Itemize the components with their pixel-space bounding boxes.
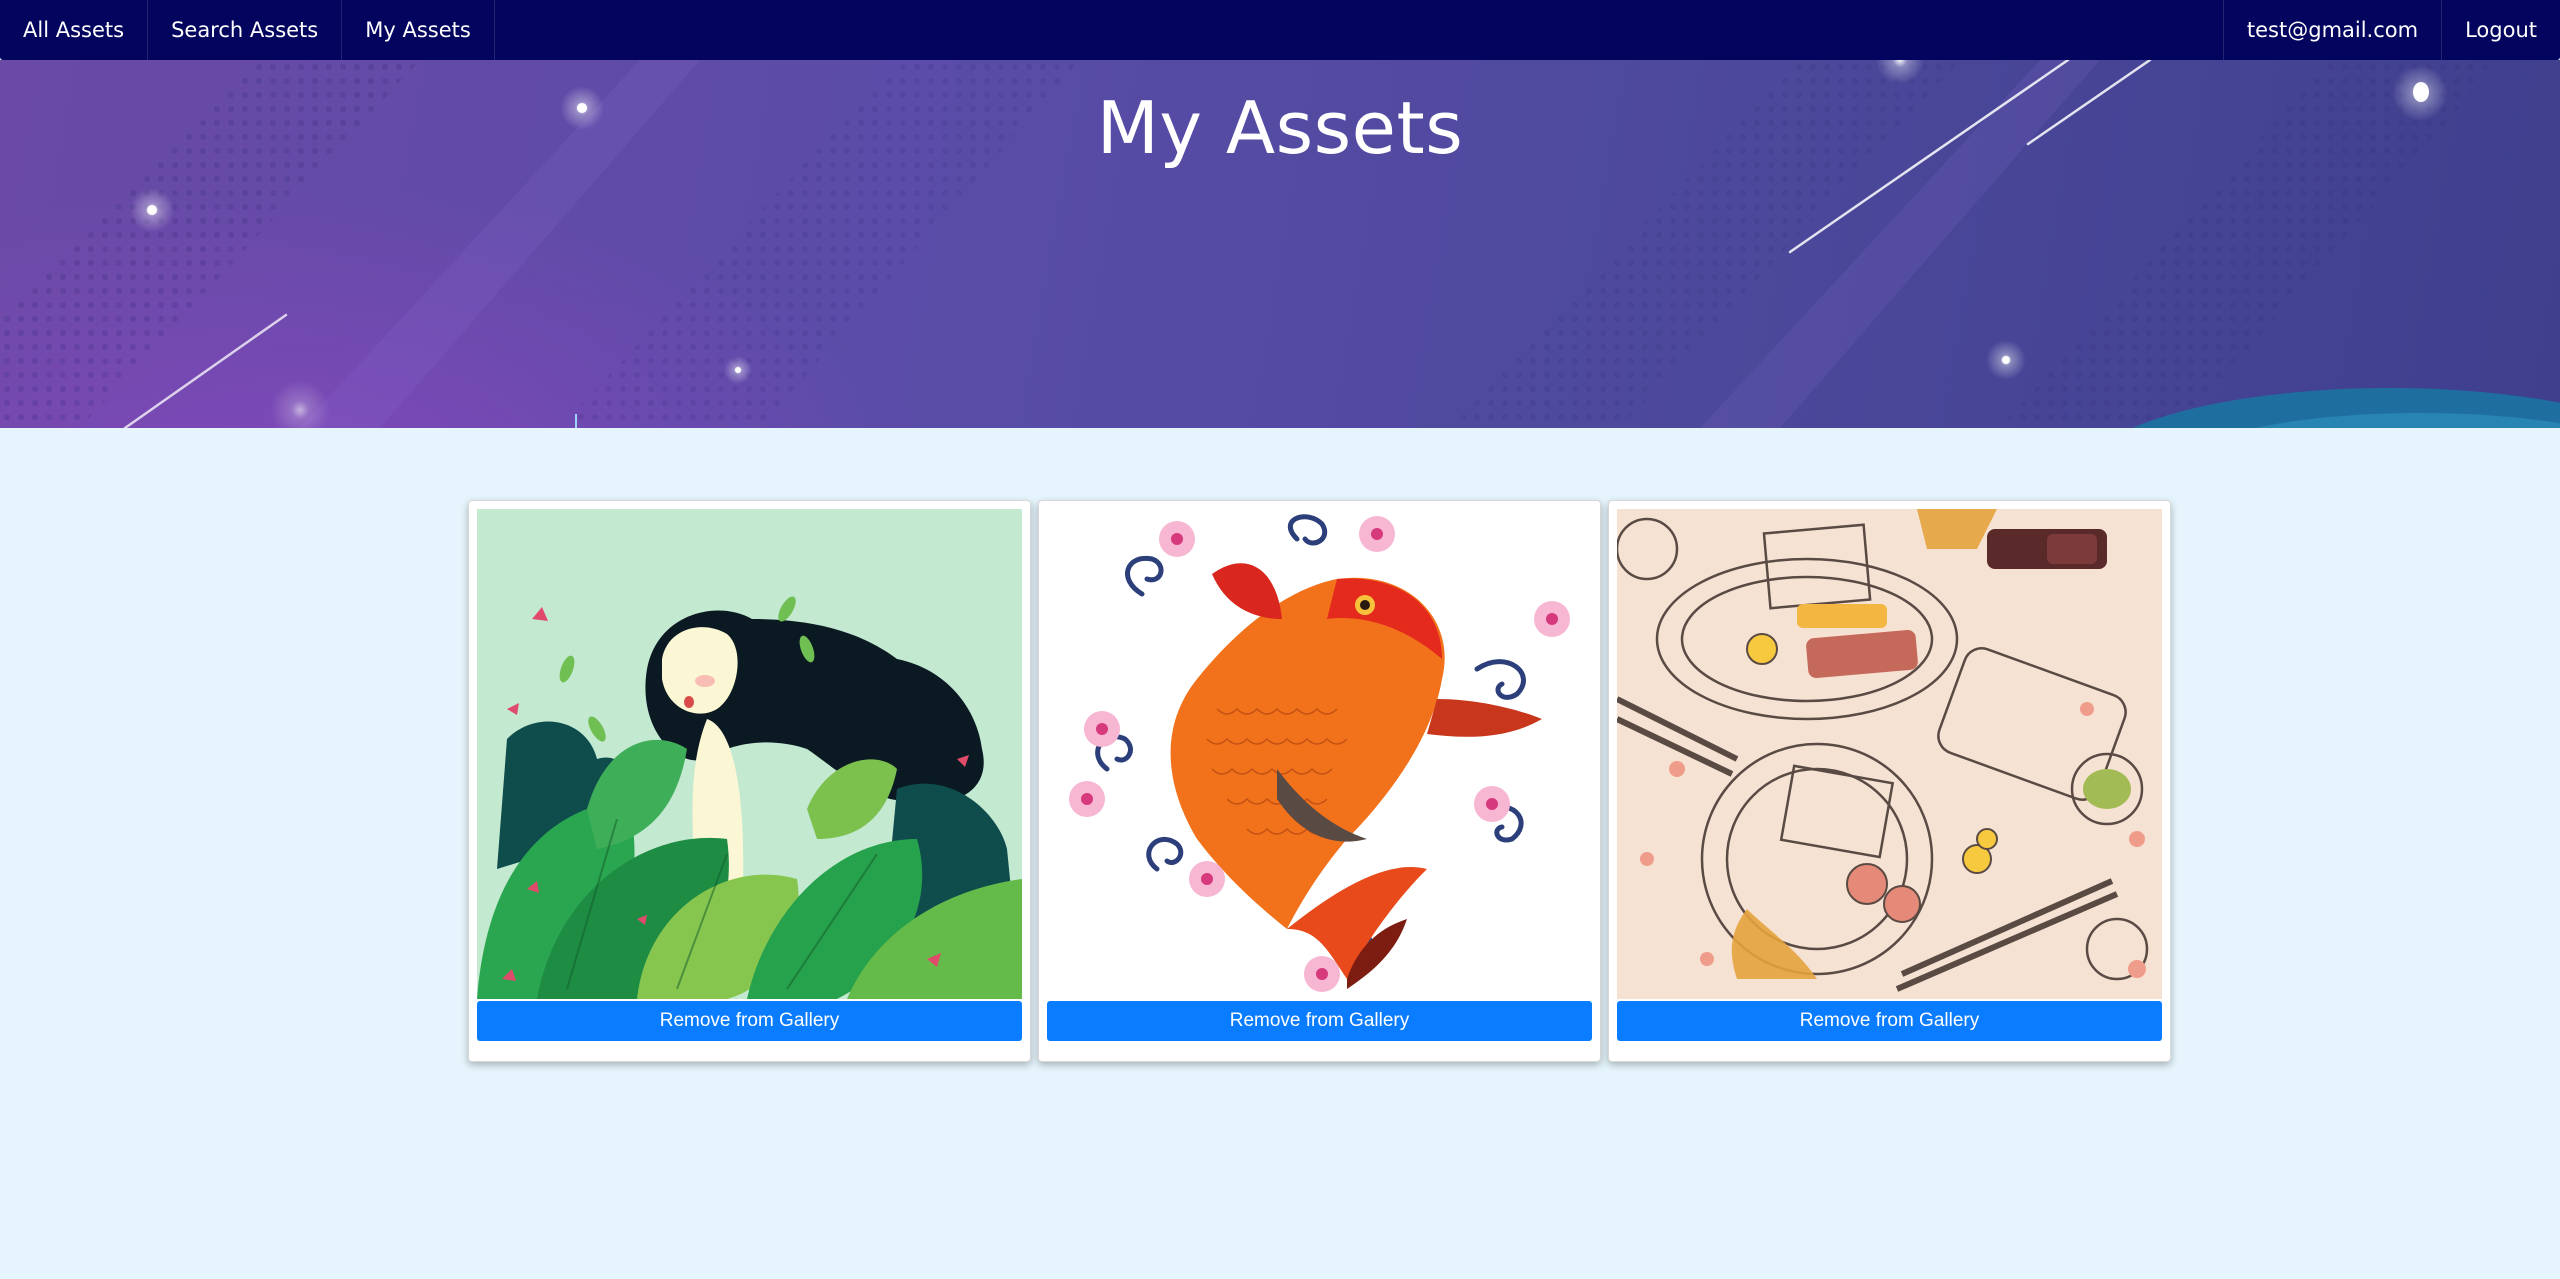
nav-search-assets-link[interactable]: Search Assets [148, 0, 343, 60]
asset-card: Remove from Gallery [1038, 500, 1601, 1062]
nav-logout-link[interactable]: Logout [2441, 0, 2560, 60]
asset-card-grid: Remove from Gallery Remove from Gallery … [468, 500, 2171, 1062]
asset-card: Remove from Gallery [468, 500, 1031, 1062]
remove-from-gallery-button[interactable]: Remove from Gallery [477, 1001, 1022, 1041]
girl-with-leaves-illustration [477, 509, 1022, 999]
hero-banner: My Assets [0, 60, 2560, 428]
top-navbar: All Assets Search Assets My Assets test@… [0, 0, 2560, 60]
nav-user-email-link[interactable]: test@gmail.com [2222, 0, 2441, 60]
nav-left-group: All Assets Search Assets My Assets [0, 0, 495, 60]
nav-all-assets-link[interactable]: All Assets [0, 0, 149, 60]
koi-fish-with-cherry-blossoms [1047, 509, 1592, 999]
nav-my-assets-link[interactable]: My Assets [342, 0, 495, 60]
page-title: My Assets [1096, 86, 1464, 170]
asian-food-doodle-pattern [1617, 509, 2162, 999]
remove-from-gallery-button[interactable]: Remove from Gallery [1047, 1001, 1592, 1041]
nav-right-group: test@gmail.com Logout [2222, 0, 2560, 60]
remove-from-gallery-button[interactable]: Remove from Gallery [1617, 1001, 2162, 1041]
asset-card: Remove from Gallery [1608, 500, 2171, 1062]
